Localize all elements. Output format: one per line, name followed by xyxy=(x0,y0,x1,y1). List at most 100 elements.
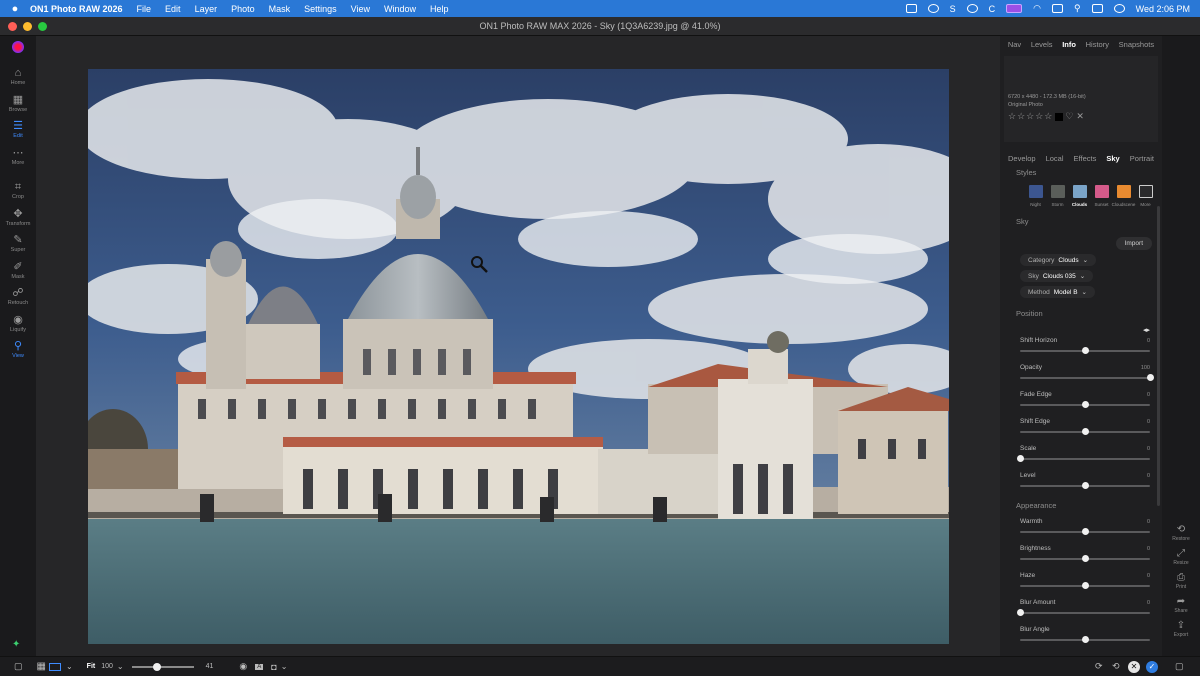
tool-retouch[interactable]: ☍ Retouch xyxy=(0,287,36,314)
s-app-icon[interactable]: S xyxy=(950,4,956,14)
tool-resize[interactable]: ⤢ Resize xyxy=(1162,548,1200,566)
slider-opacity[interactable]: Opacity 100 xyxy=(1020,364,1154,391)
screen-icon[interactable] xyxy=(905,4,917,13)
tool-print[interactable]: ⎙ Print xyxy=(1162,572,1200,590)
zoom-window-button[interactable] xyxy=(38,22,47,31)
apple-menu-icon[interactable]: ● xyxy=(0,3,30,15)
compare-view-icon[interactable] xyxy=(48,662,61,671)
tool-share[interactable]: ➦ Share xyxy=(1162,596,1200,614)
slider-brightness[interactable]: Brightness 0 xyxy=(1020,545,1150,572)
sky-style-sunset[interactable]: Sunset xyxy=(1092,185,1111,207)
slider-shift-edge[interactable]: Shift Edge 0 xyxy=(1020,418,1150,445)
menu-layer[interactable]: Layer xyxy=(195,4,218,14)
slider-haze[interactable]: Haze 0 xyxy=(1020,572,1150,599)
control-center-icon[interactable] xyxy=(1091,4,1103,13)
slider-knob[interactable] xyxy=(1081,347,1089,354)
text-overlay-icon[interactable]: A xyxy=(255,663,264,670)
tool-restore[interactable]: ⟲ Restore xyxy=(1162,524,1200,542)
right-panel-toggle-icon[interactable]: ▢ xyxy=(1175,661,1184,672)
left-panel-toggle-icon[interactable]: ▢ xyxy=(14,661,23,672)
slider-blur-amount[interactable]: Blur Amount 0 xyxy=(1016,599,1150,626)
siri-icon[interactable] xyxy=(1113,4,1125,13)
star-rating[interactable]: ☆☆☆☆☆ xyxy=(1008,111,1053,122)
slider-level[interactable]: Level 0 xyxy=(1020,472,1150,499)
chevron-down-icon[interactable]: ⌄ xyxy=(281,662,288,671)
reset-icon[interactable]: ⟲ xyxy=(1112,661,1120,672)
tab-local[interactable]: Local xyxy=(1046,154,1064,163)
slider-knob[interactable] xyxy=(1016,609,1024,616)
import-button[interactable]: Import xyxy=(1115,237,1152,250)
slider-knob[interactable] xyxy=(1081,528,1089,535)
sky-style-more[interactable]: More xyxy=(1136,185,1155,207)
menu-view[interactable]: View xyxy=(351,4,370,14)
sky-style-cloudscene[interactable]: Cloudscene xyxy=(1112,185,1135,207)
color-label-swatch[interactable] xyxy=(1055,112,1064,121)
slider-knob[interactable] xyxy=(1081,555,1089,562)
zoom-value[interactable]: 100 xyxy=(101,663,113,670)
menu-mask[interactable]: Mask xyxy=(269,4,291,14)
tool-transform[interactable]: ✥ Transform xyxy=(0,208,36,235)
screen-record-icon[interactable] xyxy=(1006,4,1023,13)
on1-logo-icon[interactable] xyxy=(12,41,24,53)
apply-button[interactable]: ✓ xyxy=(1146,660,1158,673)
flip-arrows-icon[interactable]: ◂▸ xyxy=(1000,326,1162,334)
slider-knob[interactable] xyxy=(1081,428,1089,435)
menu-photo[interactable]: Photo xyxy=(231,4,255,14)
tool-export[interactable]: ⇪ Export xyxy=(1162,620,1200,638)
preview-eye-icon[interactable]: ◉ xyxy=(239,661,247,672)
tool-liquify[interactable]: ◉ Liquify xyxy=(0,314,36,341)
slider-blur-angle[interactable]: Blur Angle xyxy=(1020,626,1150,653)
slider-track[interactable] xyxy=(1020,377,1150,379)
sky-select[interactable]: Sky Clouds 035 ⌄ xyxy=(1020,270,1094,282)
clock[interactable]: Wed 2:06 PM xyxy=(1136,4,1190,14)
sky-style-storm[interactable]: Storm xyxy=(1048,185,1067,207)
tool-mask[interactable]: ✐ Mask xyxy=(0,261,36,288)
category-select[interactable]: Category Clouds ⌄ xyxy=(1020,254,1097,266)
menu-help[interactable]: Help xyxy=(430,4,449,14)
grid-overlay-icon[interactable]: ▦ xyxy=(37,661,46,672)
minimize-window-button[interactable] xyxy=(23,22,32,31)
slider-knob[interactable] xyxy=(1016,455,1024,462)
method-select[interactable]: Method Model B ⌄ xyxy=(1020,286,1095,298)
slider-knob[interactable] xyxy=(1081,636,1089,643)
tool-browse[interactable]: ▦ Browse xyxy=(0,94,36,121)
chevron-down-icon[interactable]: ⌄ xyxy=(117,662,124,671)
app-menu[interactable]: ON1 Photo RAW 2026 xyxy=(30,4,123,14)
slider-knob[interactable] xyxy=(1146,374,1154,381)
tool-crop[interactable]: ⌗ Crop xyxy=(0,181,36,208)
menu-edit[interactable]: Edit xyxy=(165,4,181,14)
tool-super[interactable]: ✎ Super xyxy=(0,234,36,261)
battery-icon[interactable] xyxy=(1052,4,1064,13)
chevron-down-icon[interactable]: ⌄ xyxy=(66,662,73,671)
sky-style-night[interactable]: Night xyxy=(1026,185,1045,207)
slider-track[interactable] xyxy=(1020,612,1150,614)
tab-develop[interactable]: Develop xyxy=(1008,154,1036,163)
reject-x-icon[interactable]: ✕ xyxy=(1076,111,1085,122)
refresh-icon[interactable]: ⟳ xyxy=(1095,661,1103,672)
tab-nav[interactable]: Nav xyxy=(1008,40,1021,49)
menu-settings[interactable]: Settings xyxy=(304,4,337,14)
sky-style-clouds[interactable]: Clouds xyxy=(1070,185,1089,207)
slider-knob[interactable] xyxy=(1081,482,1089,489)
zoom-slider-knob[interactable] xyxy=(153,662,162,671)
like-heart-icon[interactable]: ♡ xyxy=(1065,111,1074,122)
mask-view-icon[interactable]: ◘ xyxy=(271,662,276,672)
tab-info[interactable]: Info xyxy=(1062,40,1076,49)
slider-knob[interactable] xyxy=(1081,401,1089,408)
slider-shift-horizon[interactable]: Shift Horizon 0 xyxy=(1020,337,1150,364)
wifi-icon[interactable]: ◠ xyxy=(1033,3,1041,14)
tab-snapshots[interactable]: Snapshots xyxy=(1119,40,1154,49)
status-icon[interactable] xyxy=(927,4,939,13)
menu-file[interactable]: File xyxy=(137,4,152,14)
panel-scrollbar[interactable] xyxy=(1157,206,1160,506)
menu-window[interactable]: Window xyxy=(384,4,416,14)
tab-sky[interactable]: Sky xyxy=(1106,154,1119,163)
slider-scale[interactable]: Scale 0 xyxy=(1016,445,1150,472)
ai-assist-icon[interactable]: ✦ xyxy=(12,639,20,650)
tab-history[interactable]: History xyxy=(1086,40,1109,49)
search-icon[interactable]: ⚲ xyxy=(1074,3,1081,14)
tab-effects[interactable]: Effects xyxy=(1074,154,1097,163)
cancel-button[interactable]: ✕ xyxy=(1128,660,1140,673)
c-app-icon[interactable]: C xyxy=(989,4,996,14)
zoom-slider[interactable] xyxy=(131,662,194,671)
